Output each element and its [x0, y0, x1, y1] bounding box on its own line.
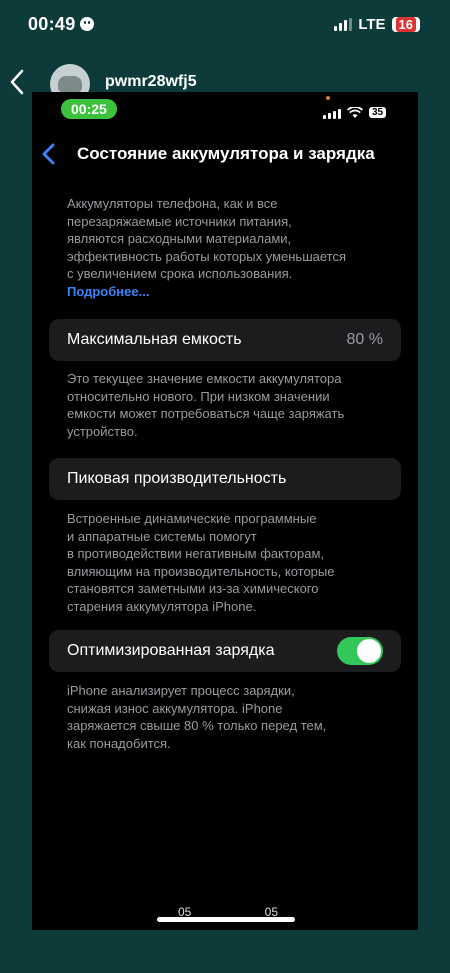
battery-icon: 16 — [391, 17, 420, 32]
footer-line: становятся заметными из-за химического — [67, 581, 319, 596]
nav-back-icon[interactable] — [40, 142, 58, 166]
optimized-charging-footer: iPhone анализирует процесс зарядки, сниж… — [67, 682, 397, 752]
network-type: LTE — [358, 16, 386, 33]
inner-signal-icon — [323, 106, 341, 119]
home-indicator[interactable] — [157, 917, 295, 922]
intro-line: Аккумуляторы телефона, как и все — [67, 196, 278, 211]
max-capacity-value: 80 % — [346, 331, 383, 348]
learn-more-link[interactable]: Подробнее... — [67, 283, 397, 301]
battery-level: 16 — [395, 17, 416, 32]
cellular-signal-icon — [334, 18, 353, 31]
page-title: Состояние аккумулятора и зарядка — [77, 144, 375, 163]
toggle-knob — [357, 639, 381, 663]
optimized-charging-cell: Оптимизированная зарядка — [49, 630, 401, 672]
footer-line: в противодействии негативным факторам, — [67, 546, 325, 561]
footer-line: заряжается свыше 80 % только перед тем, — [67, 718, 327, 733]
footer-line: Это текущее значение емкости аккумулятор… — [67, 371, 342, 386]
outer-status-right: LTE 16 — [334, 16, 420, 33]
footer-line: старения аккумулятора iPhone. — [67, 598, 257, 614]
inner-status-bar: 35 — [323, 106, 387, 119]
footer-line: снижая износ аккумулятора. iPhone — [67, 700, 283, 716]
footer-line: емкости может потребоваться чаще заряжат… — [67, 406, 345, 421]
intro-line: эффективность работы которых уменьшается — [67, 248, 346, 264]
privacy-indicator-dot — [326, 96, 330, 100]
footer-line: как понадобится. — [67, 735, 171, 751]
intro-line: с увеличением срока использования. — [67, 266, 293, 281]
intro-line: являются расходными материалами, — [67, 231, 292, 246]
max-capacity-footer: Это текущее значение емкости аккумулятор… — [67, 370, 397, 440]
inner-battery-icon: 35 — [369, 107, 387, 118]
back-chevron-icon[interactable] — [8, 68, 28, 96]
footer-line: iPhone анализирует процесс зарядки, — [67, 683, 295, 698]
optimized-charging-label: Оптимизированная зарядка — [67, 642, 275, 659]
contact-name[interactable]: pwmr28wfj5 — [105, 73, 197, 91]
max-capacity-cell: Максимальная емкость 80 % — [49, 319, 401, 361]
wifi-icon — [347, 106, 363, 118]
max-capacity-label: Максимальная емкость — [67, 331, 242, 348]
footer-line: относительно нового. При низком значении — [67, 388, 330, 404]
peak-performance-label: Пиковая производительность — [67, 470, 287, 487]
intro-description: Аккумуляторы телефона, как и все перезар… — [67, 195, 397, 300]
smiley-icon — [79, 17, 94, 31]
outer-status-bar: 00:49 LTE 16 — [0, 0, 450, 50]
peak-performance-footer: Встроенные динамические программные и ап… — [67, 510, 397, 615]
intro-line: перезаряжаемые источники питания, — [67, 213, 292, 229]
recording-timer: 00:25 — [61, 99, 117, 119]
outer-time-text: 00:49 — [28, 14, 76, 34]
footer-line: устройство. — [67, 423, 138, 439]
footer-line: и аппаратные системы помогут — [67, 528, 257, 544]
footer-line: влияющим на производительность, которые — [67, 563, 335, 579]
outer-time: 00:49 — [28, 14, 94, 35]
footer-line: Встроенные динамические программные — [67, 511, 317, 526]
optimized-charging-toggle[interactable] — [337, 637, 383, 665]
peak-performance-cell[interactable]: Пиковая производительность — [49, 458, 401, 500]
